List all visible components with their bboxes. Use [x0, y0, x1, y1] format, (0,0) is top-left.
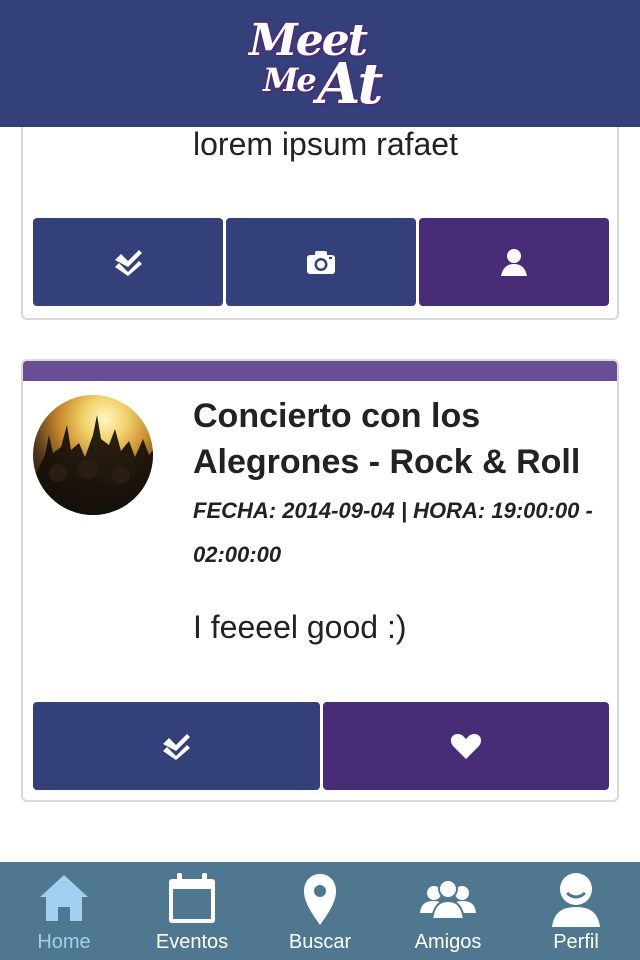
calendar-icon — [169, 873, 215, 923]
tab-label: Buscar — [288, 931, 352, 953]
checkin-icon — [163, 734, 191, 760]
heart-icon — [450, 734, 481, 759]
friends-icon — [420, 879, 476, 920]
event-description: lorem ipsum rafaet — [193, 126, 458, 162]
event-image[interactable] — [33, 395, 153, 515]
checkin-icon — [115, 250, 142, 276]
person-icon — [501, 249, 527, 276]
logo-text-at: At — [317, 50, 383, 117]
tab-label: Home — [37, 931, 91, 953]
event-datetime: FECHA: 2014-09-04 | HORA: 19:00:00 - 02:… — [193, 498, 593, 567]
event-description: I feeeel good :) — [193, 609, 407, 645]
profile-button[interactable] — [419, 218, 609, 306]
event-card: Concierto con los Alegrones - Rock & Rol… — [21, 359, 619, 802]
bottom-tab-bar: Home Eventos Buscar Amigos Perfil — [0, 862, 640, 960]
app-logo: Meet Me At — [245, 9, 395, 119]
like-button[interactable] — [322, 702, 609, 790]
tab-amigos[interactable]: Amigos — [384, 862, 512, 960]
profile-icon — [552, 873, 600, 927]
tab-buscar[interactable]: Buscar — [256, 862, 384, 960]
camera-icon — [307, 251, 335, 274]
card-accent-bar — [23, 361, 617, 381]
tab-label: Perfil — [553, 931, 599, 953]
app-header: Meet Me At — [0, 0, 640, 127]
tab-eventos[interactable]: Eventos — [128, 862, 256, 960]
tab-label: Eventos — [155, 931, 229, 953]
card-actions — [33, 218, 609, 306]
event-card: lorem ipsum rafaet — [21, 100, 619, 320]
logo-text-me: Me — [263, 60, 317, 99]
location-pin-icon — [304, 874, 336, 925]
event-title[interactable]: Concierto con los Alegrones - Rock & Rol… — [193, 393, 613, 485]
checkin-button[interactable] — [33, 702, 320, 790]
checkin-button[interactable] — [33, 218, 223, 306]
concert-crowd-image — [33, 415, 153, 515]
home-icon — [40, 875, 88, 921]
card-actions — [33, 702, 609, 790]
camera-button[interactable] — [226, 218, 416, 306]
tab-perfil[interactable]: Perfil — [512, 862, 640, 960]
tab-home[interactable]: Home — [0, 862, 128, 960]
tab-label: Amigos — [414, 931, 482, 953]
